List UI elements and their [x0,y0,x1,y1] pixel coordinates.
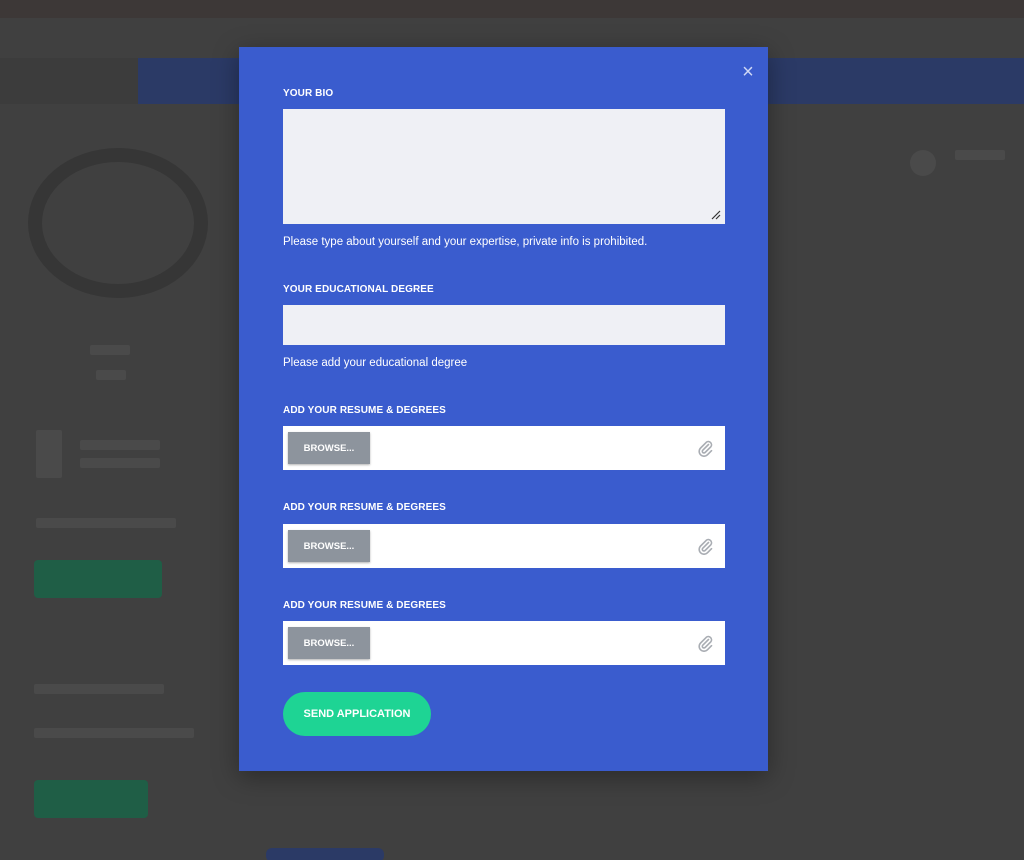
degree-input[interactable] [283,305,725,345]
bio-label: YOUR BIO [283,88,334,99]
upload-label-3: ADD YOUR RESUME & DEGREES [283,600,446,611]
background-text-line [955,150,1005,160]
upload-field-3[interactable]: BROWSE... [283,621,725,665]
background-topbar [0,0,1024,18]
close-icon[interactable]: × [739,62,757,82]
upload-label-1: ADD YOUR RESUME & DEGREES [283,405,446,416]
background-avatar [28,148,208,298]
bio-helper-text: Please type about yourself and your expe… [283,236,648,248]
background-green-button [34,780,148,818]
background-text-line [96,370,126,380]
application-modal: × YOUR BIO Please type about yourself an… [239,47,768,771]
browse-button-1[interactable]: BROWSE... [288,432,370,464]
browse-button-2[interactable]: BROWSE... [288,530,370,562]
background-text-line [36,518,176,528]
degree-helper-text: Please add your educational degree [283,357,468,369]
background-icon [36,430,62,478]
background-blue-button [266,848,384,860]
background-text-line [80,458,160,468]
upload-field-1[interactable]: BROWSE... [283,426,725,470]
resize-grip-icon[interactable] [711,210,721,220]
bio-textarea[interactable] [283,109,725,224]
paperclip-icon [698,538,713,555]
background-nav-left [0,58,138,104]
background-text-line [34,728,194,738]
paperclip-icon [698,635,713,652]
background-green-button [34,560,162,598]
send-application-button[interactable]: SEND APPLICATION [283,692,431,736]
upload-label-2: ADD YOUR RESUME & DEGREES [283,502,446,513]
background-text-line [80,440,160,450]
paperclip-icon [698,440,713,457]
degree-label: YOUR EDUCATIONAL DEGREE [283,284,434,295]
browse-button-3[interactable]: BROWSE... [288,627,370,659]
upload-field-2[interactable]: BROWSE... [283,524,725,568]
background-icon [910,150,936,176]
background-text-line [34,684,164,694]
background-text-line [90,345,130,355]
